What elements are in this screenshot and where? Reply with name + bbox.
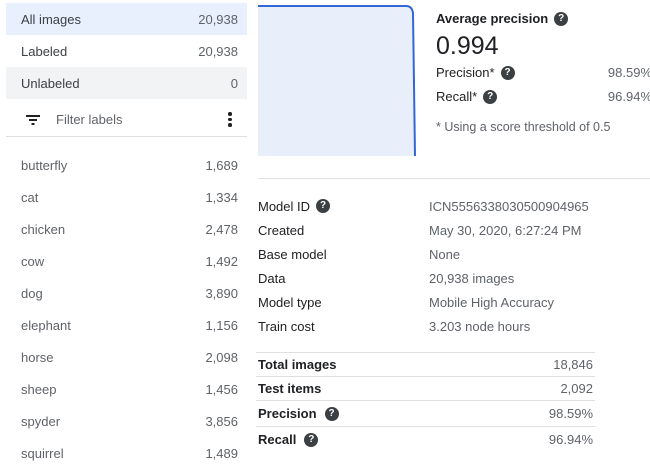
recall-key: Recall bbox=[258, 432, 297, 447]
labeled-label: Labeled bbox=[21, 43, 68, 59]
label-count: 3,856 bbox=[205, 413, 238, 429]
label-item[interactable]: horse 2,098 bbox=[6, 341, 247, 373]
model-id-key: Model ID bbox=[258, 198, 311, 214]
precision-metric: Precision*? 98.59% bbox=[436, 65, 650, 80]
model-type-key: Model type bbox=[258, 294, 322, 310]
label-count: 1,489 bbox=[205, 445, 238, 461]
help-icon[interactable]: ? bbox=[324, 406, 339, 421]
data-value: 20,938 images bbox=[429, 270, 515, 286]
unlabeled-label: Unlabeled bbox=[21, 75, 80, 91]
total-images-key: Total images bbox=[258, 357, 337, 372]
label-item[interactable]: chicken 2,478 bbox=[6, 213, 247, 245]
average-precision-value: 0.994 bbox=[436, 32, 499, 60]
label-count: 1,334 bbox=[205, 189, 238, 205]
all-images-count: 20,938 bbox=[198, 11, 238, 27]
recall-stat-value: 96.94% bbox=[548, 432, 593, 447]
help-icon[interactable]: ? bbox=[316, 199, 331, 213]
filter-labels-text[interactable]: Filter labels bbox=[56, 112, 223, 127]
test-items-value: 2,092 bbox=[560, 381, 593, 396]
recall-row: Recall? 96.94% bbox=[256, 426, 595, 452]
model-type-row: Model type Mobile High Accuracy bbox=[258, 290, 650, 314]
average-precision-title: Average precision ? bbox=[436, 11, 569, 26]
created-key: Created bbox=[258, 222, 305, 238]
precision-stat-value: 98.59% bbox=[548, 406, 593, 421]
label-item[interactable]: sheep 1,456 bbox=[6, 373, 247, 405]
help-icon[interactable]: ? bbox=[483, 89, 498, 104]
threshold-note: * Using a score threshold of 0.5 bbox=[436, 120, 611, 134]
label-count: 2,098 bbox=[205, 349, 238, 365]
label-item[interactable]: elephant 1,156 bbox=[6, 309, 247, 341]
recall-label: Recall* bbox=[436, 89, 478, 104]
labeled-row[interactable]: Labeled 20,938 bbox=[6, 35, 247, 67]
unlabeled-row[interactable]: Unlabeled 0 bbox=[6, 67, 247, 99]
precision-value: 98.59% bbox=[607, 65, 650, 80]
model-type-value: Mobile High Accuracy bbox=[429, 294, 554, 310]
filter-labels-bar[interactable]: Filter labels bbox=[6, 103, 247, 137]
section-divider bbox=[258, 178, 650, 179]
precision-recall-curve bbox=[258, 5, 416, 157]
label-item[interactable]: squirrel 1,489 bbox=[6, 437, 247, 469]
label-count: 1,156 bbox=[205, 317, 238, 333]
precision-row: Precision? 98.59% bbox=[256, 400, 595, 426]
label-count: 1,456 bbox=[205, 381, 238, 397]
test-items-key: Test items bbox=[258, 381, 322, 396]
label-item[interactable]: cat 1,334 bbox=[6, 181, 247, 213]
pr-curve-area bbox=[258, 6, 415, 156]
model-id-value: ICN5556338030500904965 bbox=[429, 198, 589, 214]
base-model-row: Base model None bbox=[258, 242, 650, 266]
label-name: spyder bbox=[21, 413, 61, 429]
more-vert-icon[interactable] bbox=[223, 112, 237, 127]
label-name: dog bbox=[21, 285, 43, 301]
label-name: sheep bbox=[21, 381, 57, 397]
base-model-value: None bbox=[429, 246, 461, 262]
label-name: cow bbox=[21, 253, 45, 269]
created-row: Created May 30, 2020, 6:27:24 PM bbox=[258, 218, 650, 242]
label-name: horse bbox=[21, 349, 54, 365]
label-count: 1,492 bbox=[205, 253, 238, 269]
label-name: cat bbox=[21, 189, 39, 205]
data-key: Data bbox=[258, 270, 286, 286]
recall-metric: Recall*? 96.94% bbox=[436, 89, 650, 104]
label-item[interactable]: spyder 3,856 bbox=[6, 405, 247, 437]
recall-value: 96.94% bbox=[607, 89, 650, 104]
label-name: squirrel bbox=[21, 445, 64, 461]
label-panel: All images 20,938 Labeled 20,938 Unlabel… bbox=[6, 0, 247, 464]
all-images-row[interactable]: All images 20,938 bbox=[6, 3, 247, 35]
total-images-value: 18,846 bbox=[553, 357, 593, 372]
unlabeled-count: 0 bbox=[230, 75, 238, 91]
base-model-key: Base model bbox=[258, 246, 327, 262]
all-images-label: All images bbox=[21, 11, 81, 27]
help-icon[interactable]: ? bbox=[304, 432, 319, 447]
precision-label: Precision* bbox=[436, 65, 495, 80]
help-icon[interactable]: ? bbox=[554, 11, 569, 26]
label-name: elephant bbox=[21, 317, 71, 333]
train-cost-value: 3.203 node hours bbox=[429, 318, 531, 334]
label-name: butterfly bbox=[21, 157, 68, 173]
label-count: 2,478 bbox=[205, 221, 238, 237]
label-count: 1,689 bbox=[205, 157, 238, 173]
help-icon[interactable]: ? bbox=[500, 65, 515, 80]
test-items-row: Test items 2,092 bbox=[256, 376, 595, 400]
label-item[interactable]: cow 1,492 bbox=[6, 245, 247, 277]
created-value: May 30, 2020, 6:27:24 PM bbox=[429, 222, 582, 238]
precision-key: Precision bbox=[258, 406, 317, 421]
average-precision-label: Average precision bbox=[436, 11, 549, 26]
filter-icon[interactable] bbox=[26, 114, 40, 125]
train-cost-row: Train cost 3.203 node hours bbox=[258, 314, 650, 338]
labeled-count: 20,938 bbox=[198, 43, 238, 59]
label-name: chicken bbox=[21, 221, 66, 237]
label-item[interactable]: butterfly 1,689 bbox=[6, 149, 247, 181]
data-row: Data 20,938 images bbox=[258, 266, 650, 290]
train-cost-key: Train cost bbox=[258, 318, 315, 334]
label-count: 3,890 bbox=[205, 285, 238, 301]
total-images-row: Total images 18,846 bbox=[256, 352, 595, 376]
model-id-row: Model ID? ICN5556338030500904965 bbox=[258, 194, 650, 218]
label-item[interactable]: dog 3,890 bbox=[6, 277, 247, 309]
